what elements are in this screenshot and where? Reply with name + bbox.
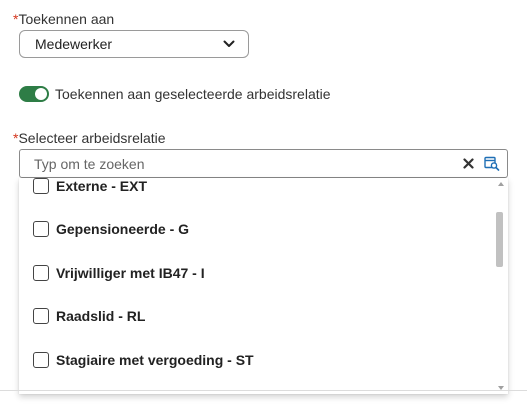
list-item[interactable]: Vrijwilliger met IB47 - I — [19, 251, 494, 295]
list-item[interactable]: Raadslid - RL — [19, 295, 494, 339]
assign-relation-toggle[interactable] — [19, 86, 49, 102]
relation-options-list[interactable]: Externe - EXT Gepensioneerde - G Vrijwil… — [19, 178, 508, 394]
option-label: Externe - EXT — [56, 178, 148, 194]
toggle-label: Toekennen aan geselecteerde arbeidsrelat… — [55, 86, 331, 102]
scroll-up-arrow-icon[interactable] — [498, 182, 504, 186]
list-item[interactable]: Externe - EXT — [19, 178, 494, 208]
relation-search-input[interactable] — [34, 155, 453, 172]
relation-label: *Selecteer arbeidsrelatie — [13, 130, 166, 146]
list-item[interactable]: Gepensioneerde - G — [19, 208, 494, 252]
checkbox[interactable] — [33, 264, 49, 281]
option-label: Gepensioneerde - G — [56, 221, 190, 238]
scrollbar[interactable] — [494, 178, 508, 394]
assign-to-value: Medewerker — [35, 36, 113, 52]
list-item[interactable]: Stagiaire met vergoeding - ST — [19, 338, 494, 382]
assign-relation-toggle-row: Toekennen aan geselecteerde arbeidsrelat… — [19, 84, 331, 104]
close-icon[interactable] — [459, 155, 477, 173]
checkbox[interactable] — [33, 351, 49, 368]
toggle-knob — [35, 88, 47, 100]
assign-to-select[interactable]: Medewerker — [19, 30, 249, 58]
checkbox[interactable] — [33, 178, 49, 194]
checkbox[interactable] — [33, 221, 49, 238]
option-label: Vrijwilliger met IB47 - I — [56, 264, 205, 281]
search-list-icon[interactable] — [483, 155, 501, 173]
scrollbar-thumb[interactable] — [496, 212, 503, 267]
checkbox[interactable] — [33, 308, 49, 325]
divider — [0, 390, 527, 391]
option-label: Stagiaire met vergoeding - ST — [56, 351, 254, 368]
chevron-down-icon — [222, 37, 236, 51]
assign-to-label: *Toekennen aan — [13, 11, 115, 27]
option-label: Raadslid - RL — [56, 308, 146, 325]
relation-search-field[interactable] — [19, 149, 508, 178]
